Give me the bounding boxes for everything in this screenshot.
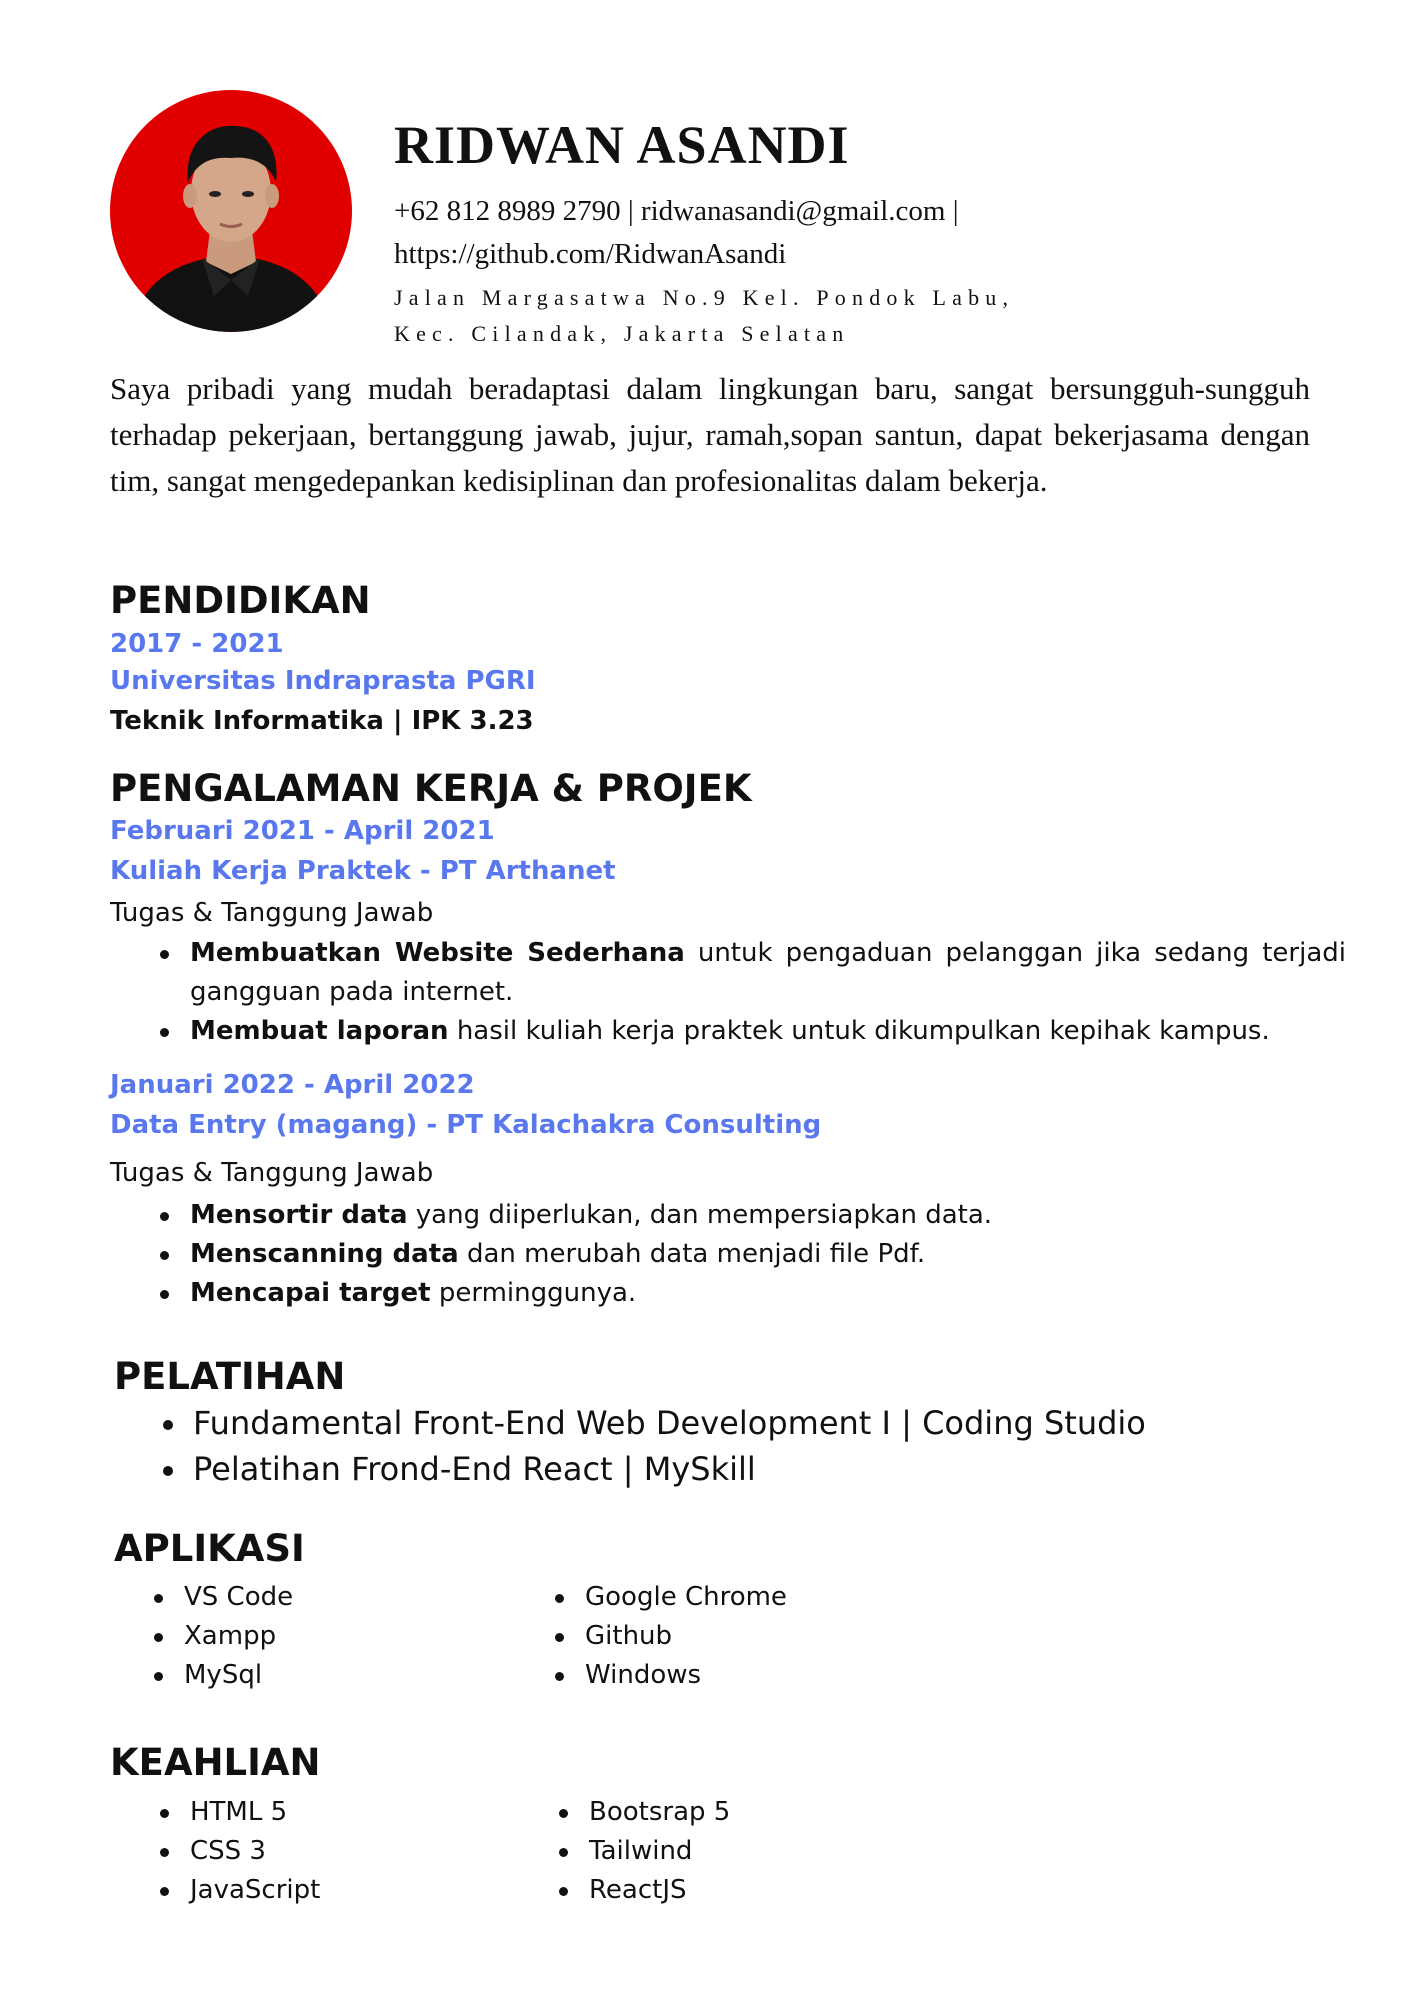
contact-github[interactable]: https://github.com/RidwanAsandi bbox=[394, 233, 959, 276]
education-detail: Teknik Informatika | IPK 3.23 bbox=[110, 706, 534, 736]
skills-list-col2: Bootsrap 5 Tailwind ReactJS bbox=[559, 1793, 989, 1910]
training-title: PELATIHAN bbox=[114, 1355, 346, 1398]
education-title: PENDIDIKAN bbox=[110, 579, 371, 622]
list-item: VS Code bbox=[154, 1578, 544, 1617]
list-item: ReactJS bbox=[559, 1871, 989, 1910]
applications-list-col1: VS Code Xampp MySql bbox=[154, 1578, 544, 1695]
skills-list-col1: HTML 5 CSS 3 JavaScript bbox=[160, 1793, 550, 1910]
list-item: Windows bbox=[555, 1656, 985, 1695]
duty-text: perminggunya. bbox=[430, 1278, 637, 1308]
duty-bold: Membuat laporan bbox=[190, 1016, 449, 1046]
list-item: Bootsrap 5 bbox=[559, 1793, 989, 1832]
applications-title: APLIKASI bbox=[114, 1527, 305, 1570]
job-2-period: Januari 2022 - April 2022 bbox=[110, 1070, 475, 1100]
duty-bold: Menscanning data bbox=[190, 1239, 459, 1269]
contact-info: +62 812 8989 2790 | ridwanasandi@gmail.c… bbox=[394, 190, 959, 276]
list-item: Membuat laporan hasil kuliah kerja prakt… bbox=[160, 1012, 1346, 1051]
job-1-role: Kuliah Kerja Praktek - PT Arthanet bbox=[110, 856, 616, 886]
duty-text: dan merubah data menjadi file Pdf. bbox=[458, 1239, 926, 1269]
duty-text: yang diiperlukan, dan mempersiapkan data… bbox=[407, 1200, 993, 1230]
skills-title: KEAHLIAN bbox=[110, 1741, 321, 1784]
list-item: Google Chrome bbox=[555, 1578, 985, 1617]
list-item: MySql bbox=[154, 1656, 544, 1695]
profile-photo-illustration bbox=[110, 90, 352, 332]
job-2-duties: Mensortir data yang diiperlukan, dan mem… bbox=[160, 1196, 1346, 1313]
job-2-duties-label: Tugas & Tanggung Jawab bbox=[110, 1158, 434, 1188]
list-item: Mensortir data yang diiperlukan, dan mem… bbox=[160, 1196, 1346, 1235]
address: Jalan Margasatwa No.9 Kel. Pondok Labu, … bbox=[394, 280, 1014, 352]
job-1-duties: Membuatkan Website Sederhana untuk penga… bbox=[160, 934, 1346, 1051]
duty-bold: Membuatkan Website Sederhana bbox=[190, 938, 685, 968]
applications-list-col2: Google Chrome Github Windows bbox=[555, 1578, 985, 1695]
candidate-name: RIDWAN ASANDI bbox=[394, 115, 850, 175]
list-item: Mencapai target perminggunya. bbox=[160, 1274, 1346, 1313]
education-years: 2017 - 2021 bbox=[110, 629, 284, 659]
list-item: Membuatkan Website Sederhana untuk penga… bbox=[160, 934, 1346, 1012]
list-item: Menscanning data dan merubah data menjad… bbox=[160, 1235, 1346, 1274]
training-list: Fundamental Front-End Web Development I … bbox=[163, 1400, 1343, 1492]
education-school: Universitas Indraprasta PGRI bbox=[110, 666, 536, 696]
job-1-duties-label: Tugas & Tanggung Jawab bbox=[110, 898, 434, 928]
job-1-period: Februari 2021 - April 2021 bbox=[110, 816, 495, 846]
duty-bold: Mensortir data bbox=[190, 1200, 408, 1230]
job-2-role: Data Entry (magang) - PT Kalachakra Cons… bbox=[110, 1110, 822, 1140]
list-item: Xampp bbox=[154, 1617, 544, 1656]
list-item: Tailwind bbox=[559, 1832, 989, 1871]
list-item: HTML 5 bbox=[160, 1793, 550, 1832]
list-item: JavaScript bbox=[160, 1871, 550, 1910]
address-line-2: Kec. Cilandak, Jakarta Selatan bbox=[394, 321, 850, 346]
profile-summary: Saya pribadi yang mudah beradaptasi dala… bbox=[110, 371, 1310, 498]
contact-phone-email[interactable]: +62 812 8989 2790 | ridwanasandi@gmail.c… bbox=[394, 190, 959, 233]
duty-bold: Mencapai target bbox=[190, 1278, 431, 1308]
list-item: Pelatihan Frond-End React | MySkill bbox=[163, 1446, 1343, 1492]
list-item: Github bbox=[555, 1617, 985, 1656]
address-line-1: Jalan Margasatwa No.9 Kel. Pondok Labu, bbox=[394, 285, 1015, 310]
list-item: CSS 3 bbox=[160, 1832, 550, 1871]
profile-photo bbox=[110, 90, 352, 332]
experience-title: PENGALAMAN KERJA & PROJEK bbox=[110, 767, 752, 810]
duty-text: hasil kuliah kerja praktek untuk dikumpu… bbox=[448, 1016, 1270, 1046]
list-item: Fundamental Front-End Web Development I … bbox=[163, 1400, 1343, 1446]
